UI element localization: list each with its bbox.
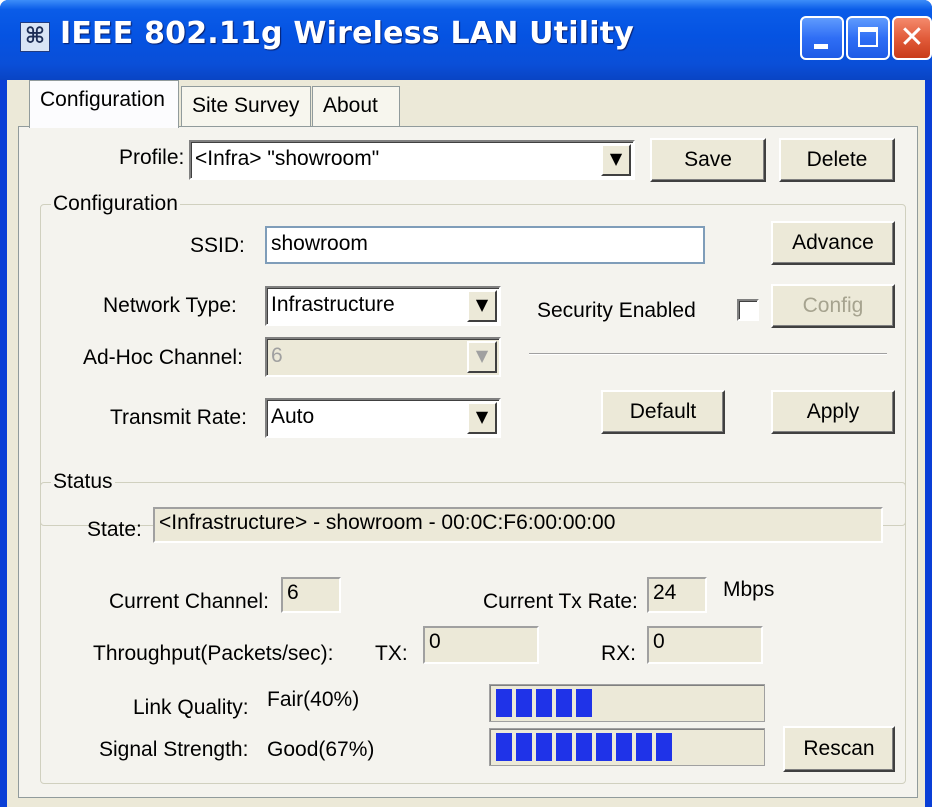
current-tx-rate-label: Current Tx Rate:: [483, 590, 638, 613]
ssid-input[interactable]: showroom: [265, 226, 705, 264]
signal-strength-segment: [596, 733, 612, 761]
rx-label: RX:: [601, 642, 637, 665]
link-quality-segment: [556, 689, 572, 717]
separator-line: [529, 353, 887, 355]
transmit-rate-label: Transmit Rate:: [110, 406, 247, 429]
delete-button[interactable]: Delete: [779, 138, 895, 182]
signal-strength-segment: [656, 733, 672, 761]
transmit-rate-value: Auto: [271, 405, 315, 428]
chevron-down-icon: ▼: [475, 407, 489, 426]
tx-label: TX:: [375, 642, 408, 665]
transmit-rate-dropdown-button[interactable]: ▼: [467, 402, 497, 434]
minimize-button[interactable]: [800, 16, 844, 60]
network-type-dropdown-button[interactable]: ▼: [467, 290, 497, 322]
rescan-button[interactable]: Rescan: [783, 726, 895, 772]
security-enabled-checkbox[interactable]: [737, 299, 759, 321]
current-tx-rate-value: 24: [647, 577, 707, 613]
configuration-group-title: Configuration: [51, 192, 180, 216]
app-window: ⌘ IEEE 802.11g Wireless LAN Utility ✕ Co…: [0, 0, 932, 807]
link-quality-bar: [489, 684, 765, 722]
network-icon[interactable]: ⌘: [20, 22, 50, 52]
chevron-down-icon: ▼: [475, 295, 489, 314]
state-label: State:: [87, 518, 142, 541]
tx-packets-value: 0: [423, 626, 539, 664]
tab-configuration[interactable]: Configuration: [29, 80, 179, 128]
network-type-value: Infrastructure: [271, 293, 395, 316]
save-button[interactable]: Save: [650, 138, 766, 182]
signal-strength-segment: [536, 733, 552, 761]
default-button[interactable]: Default: [601, 390, 725, 434]
window-title: IEEE 802.11g Wireless LAN Utility: [60, 16, 635, 51]
apply-button[interactable]: Apply: [771, 390, 895, 434]
signal-strength-segment: [576, 733, 592, 761]
tx-rate-unit: Mbps: [723, 578, 775, 601]
client-area: Configuration Site Survey About Profile:…: [7, 80, 925, 807]
profile-value: <Infra> "showroom": [195, 147, 380, 170]
network-type-label: Network Type:: [103, 294, 237, 317]
config-button[interactable]: Config: [771, 284, 895, 328]
signal-strength-bar: [489, 728, 765, 766]
link-quality-value: Fair(40%): [267, 688, 360, 711]
adhoc-channel-dropdown-button[interactable]: ▼: [467, 341, 497, 373]
signal-strength-segment: [636, 733, 652, 761]
profile-dropdown-button[interactable]: ▼: [601, 144, 631, 176]
current-channel-value: 6: [281, 577, 341, 613]
signal-strength-segment: [516, 733, 532, 761]
profile-label: Profile:: [119, 146, 185, 169]
signal-strength-segment: [616, 733, 632, 761]
advance-button[interactable]: Advance: [771, 221, 895, 265]
signal-strength-segment: [496, 733, 512, 761]
maximize-button[interactable]: [846, 16, 890, 60]
transmit-rate-select[interactable]: Auto ▼: [265, 398, 501, 438]
security-enabled-label: Security Enabled: [537, 299, 696, 322]
chevron-down-icon: ▼: [475, 346, 489, 365]
link-quality-segment: [576, 689, 592, 717]
signal-strength-label: Signal Strength:: [99, 738, 249, 761]
close-icon: ✕: [899, 20, 925, 55]
status-group-title: Status: [51, 470, 115, 494]
signal-strength-segment: [556, 733, 572, 761]
rx-packets-value: 0: [647, 626, 763, 664]
close-button[interactable]: ✕: [892, 16, 932, 60]
tab-about[interactable]: About: [312, 86, 400, 126]
minimize-icon: [814, 44, 828, 49]
signal-strength-value: Good(67%): [267, 738, 375, 761]
title-bar[interactable]: ⌘ IEEE 802.11g Wireless LAN Utility ✕: [0, 0, 932, 80]
throughput-label: Throughput(Packets/sec):: [93, 642, 334, 665]
chevron-down-icon: ▼: [609, 149, 623, 168]
adhoc-channel-label: Ad-Hoc Channel:: [83, 346, 243, 369]
link-quality-segment: [516, 689, 532, 717]
maximize-icon: [858, 27, 878, 47]
adhoc-channel-value: 6: [271, 344, 283, 367]
link-quality-label: Link Quality:: [133, 696, 249, 719]
ssid-label: SSID:: [190, 234, 245, 257]
adhoc-channel-select[interactable]: 6 ▼: [265, 337, 501, 377]
current-channel-label: Current Channel:: [109, 590, 269, 613]
profile-select[interactable]: <Infra> "showroom" ▼: [189, 140, 635, 180]
network-type-select[interactable]: Infrastructure ▼: [265, 286, 501, 326]
link-quality-segment: [536, 689, 552, 717]
state-value: <Infrastructure> - showroom - 00:0C:F6:0…: [153, 507, 883, 543]
tab-site-survey[interactable]: Site Survey: [181, 86, 311, 126]
link-quality-segment: [496, 689, 512, 717]
